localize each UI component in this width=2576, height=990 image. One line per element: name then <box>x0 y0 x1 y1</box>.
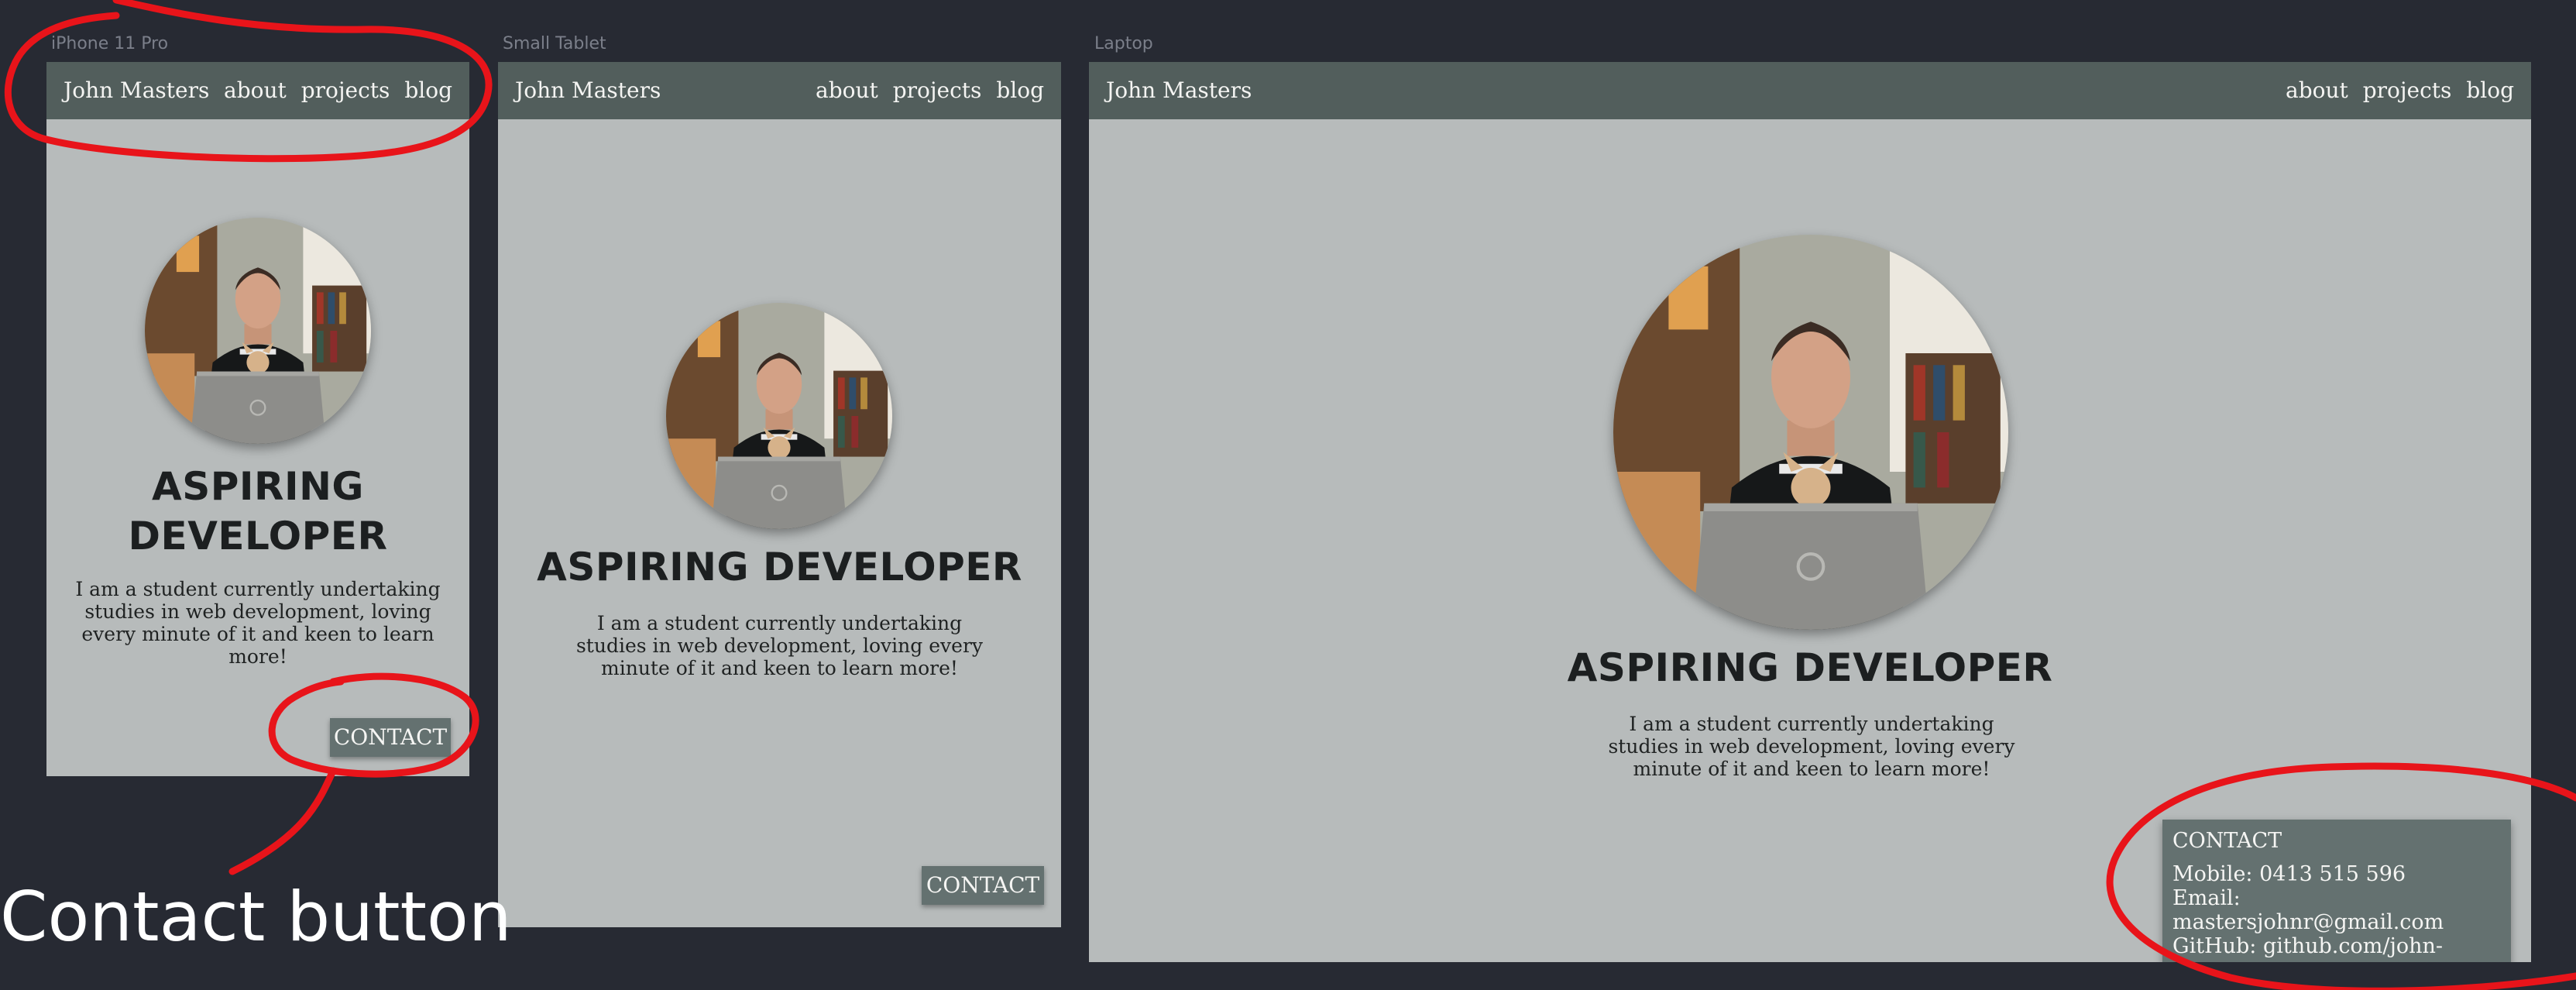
portrait-photo <box>1613 235 2008 630</box>
nav-links: about projects blog <box>2286 77 2514 103</box>
portrait-photo <box>145 218 371 444</box>
bio-text: I am a student currently undertaking stu… <box>75 578 441 668</box>
contact-panel: CONTACT Mobile: 0413 515 596 Email: mast… <box>2162 820 2511 962</box>
nav-link-blog[interactable]: blog <box>2466 77 2514 103</box>
contact-mobile: Mobile: 0413 515 596 <box>2172 862 2406 886</box>
nav-link-blog[interactable]: blog <box>404 77 452 103</box>
laptop-frame: John Masters about projects blog ASPIRIN… <box>1089 62 2531 962</box>
contact-email[interactable]: Email: mastersjohnr@gmail.com <box>2172 886 2502 934</box>
phone-frame: John Masters about projects blog ASPIRIN… <box>46 62 469 776</box>
tablet-navbar: John Masters about projects blog <box>498 62 1061 119</box>
portrait-photo <box>666 303 892 529</box>
phone-navbar: John Masters about projects blog <box>46 62 469 119</box>
page-title: ASPIRING DEVELOPER <box>46 462 469 561</box>
nav-link-projects[interactable]: projects <box>301 77 390 103</box>
annotation-arrow-line <box>228 767 337 875</box>
laptop-navbar: John Masters about projects blog <box>1089 62 2531 119</box>
nav-link-blog[interactable]: blog <box>996 77 1044 103</box>
nav-link-about[interactable]: about <box>2286 77 2348 103</box>
frame-label-laptop: Laptop <box>1094 34 1153 53</box>
contact-github[interactable]: GitHub: github.com/john-masters <box>2172 934 2502 962</box>
avatar <box>145 218 371 444</box>
page-title: ASPIRING DEVELOPER <box>1567 645 2053 690</box>
nav-links: about projects blog <box>816 77 1044 103</box>
contact-button[interactable]: CONTACT <box>922 866 1044 905</box>
nav-links: about projects blog <box>224 77 452 103</box>
nav-link-about[interactable]: about <box>224 77 287 103</box>
bio-text: I am a student currently undertaking stu… <box>575 612 984 679</box>
nav-brand[interactable]: John Masters <box>64 77 209 103</box>
nav-link-projects[interactable]: projects <box>2363 77 2452 103</box>
frame-label-tablet: Small Tablet <box>503 34 606 53</box>
frame-label-phone: iPhone 11 Pro <box>51 34 169 53</box>
bio-text: I am a student currently undertaking stu… <box>1608 713 2015 780</box>
nav-link-about[interactable]: about <box>816 77 878 103</box>
page-title-line1: ASPIRING <box>152 464 364 509</box>
nav-link-projects[interactable]: projects <box>893 77 982 103</box>
nav-brand[interactable]: John Masters <box>515 77 661 103</box>
nav-brand[interactable]: John Masters <box>1106 77 1252 103</box>
contact-button[interactable]: CONTACT <box>330 718 451 757</box>
avatar <box>666 303 892 529</box>
tablet-frame: John Masters about projects blog ASPIRIN… <box>498 62 1061 927</box>
page-title-line2: DEVELOPER <box>128 514 388 559</box>
page-title: ASPIRING DEVELOPER <box>537 545 1022 590</box>
contact-panel-title[interactable]: CONTACT <box>2172 829 2502 853</box>
annotation-label: Contact button <box>0 877 512 957</box>
avatar <box>1613 235 2008 630</box>
